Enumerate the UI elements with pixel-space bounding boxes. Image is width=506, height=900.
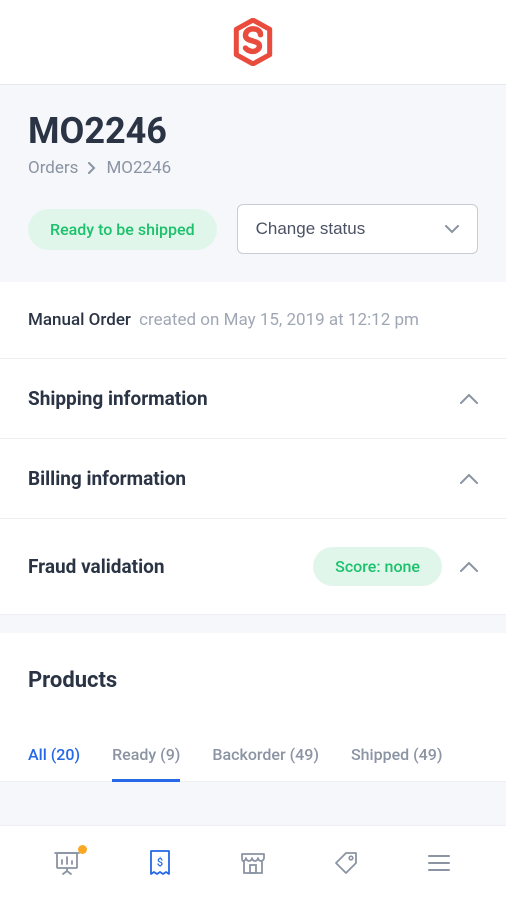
page-header: MO2246 Orders MO2246 Ready to be shipped… <box>0 85 506 282</box>
fraud-validation-section[interactable]: Fraud validation Score: none <box>0 519 506 615</box>
order-info: Manual Order created on May 15, 2019 at … <box>0 282 506 359</box>
notification-dot <box>78 845 87 854</box>
shipping-information-section[interactable]: Shipping information <box>0 359 506 439</box>
change-status-label: Change status <box>256 219 366 239</box>
content: Manual Order created on May 15, 2019 at … <box>0 282 506 615</box>
fraud-right: Score: none <box>313 547 478 586</box>
breadcrumb: Orders MO2246 <box>28 158 478 178</box>
nav-invoice[interactable]: $ <box>140 843 180 883</box>
header-actions: Ready to be shipped Change status <box>28 204 478 254</box>
order-created-date: created on May 15, 2019 at 12:12 pm <box>139 310 419 330</box>
tab-backorder[interactable]: Backorder (49) <box>212 728 319 781</box>
nav-store[interactable] <box>233 843 273 883</box>
section-title-shipping: Shipping information <box>28 387 208 410</box>
nav-menu[interactable] <box>419 843 459 883</box>
chevron-up-icon <box>460 561 478 572</box>
menu-icon <box>427 854 451 872</box>
store-icon <box>240 850 266 876</box>
billing-information-section[interactable]: Billing information <box>0 439 506 519</box>
breadcrumb-parent[interactable]: Orders <box>28 158 78 178</box>
status-badge: Ready to be shipped <box>28 209 217 250</box>
bottom-nav: $ <box>0 825 506 900</box>
svg-text:$: $ <box>157 856 163 869</box>
app-logo-icon <box>232 18 274 66</box>
page-title: MO2246 <box>28 110 478 152</box>
chevron-up-icon <box>460 393 478 404</box>
change-status-button[interactable]: Change status <box>237 204 478 254</box>
chevron-up-icon <box>460 473 478 484</box>
products-tabs: All (20) Ready (9) Backorder (49) Shippe… <box>0 728 506 782</box>
products-section: Products All (20) Ready (9) Backorder (4… <box>0 633 506 782</box>
presentation-icon <box>54 850 80 876</box>
order-type: Manual Order <box>28 310 131 330</box>
chevron-right-icon <box>88 162 96 174</box>
section-title-fraud: Fraud validation <box>28 555 164 578</box>
breadcrumb-current: MO2246 <box>106 158 171 178</box>
tab-ready[interactable]: Ready (9) <box>112 728 180 781</box>
nav-tag[interactable] <box>326 843 366 883</box>
tab-all[interactable]: All (20) <box>28 728 80 781</box>
fraud-score-badge: Score: none <box>313 547 442 586</box>
invoice-icon: $ <box>148 849 172 877</box>
chevron-down-icon <box>445 225 459 234</box>
tab-shipped[interactable]: Shipped (49) <box>351 728 443 781</box>
section-title-billing: Billing information <box>28 467 186 490</box>
nav-presentation[interactable] <box>47 843 87 883</box>
tag-icon <box>333 850 359 876</box>
app-header <box>0 0 506 85</box>
products-title: Products <box>0 668 506 693</box>
